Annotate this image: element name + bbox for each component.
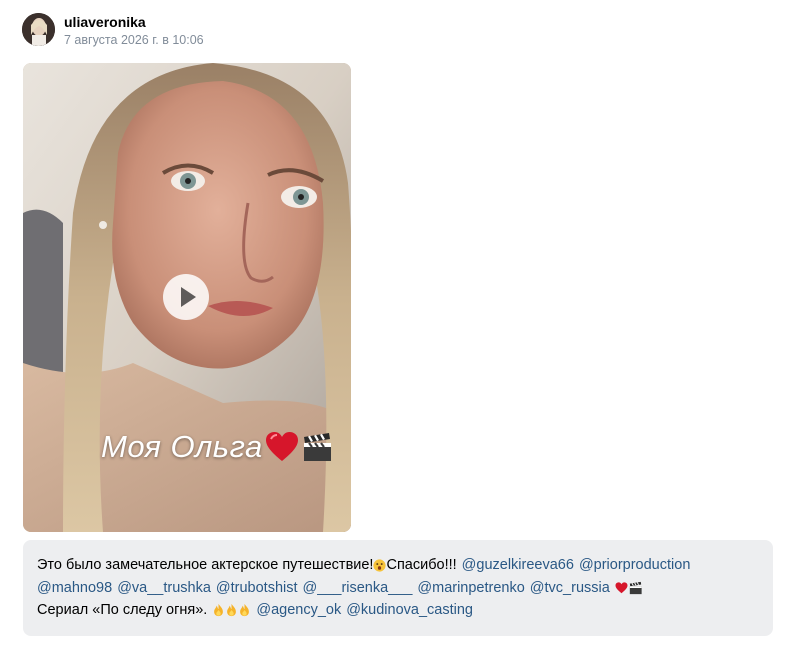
heart-icon	[265, 432, 298, 461]
video-thumbnail[interactable]: Моя Ольга	[23, 63, 351, 532]
mention-link[interactable]: @mahno98	[37, 577, 112, 600]
video-overlay-caption: Моя Ольга	[101, 429, 333, 465]
post-meta: uliaveronika 7 августа 2026 г. в 10:06	[64, 13, 204, 48]
avatar[interactable]	[22, 13, 55, 46]
timestamp[interactable]: 7 августа 2026 г. в 10:06	[64, 32, 204, 48]
mention-link[interactable]: @___risenka___	[303, 577, 413, 600]
astonished-face-icon	[373, 559, 387, 572]
mention-link[interactable]: @tvc_russia	[530, 577, 610, 600]
post-header: uliaveronika 7 августа 2026 г. в 10:06	[22, 13, 204, 48]
play-button[interactable]	[163, 274, 209, 320]
fire-icon	[214, 604, 224, 617]
caption-line-1: Это было замечательное актерское путешес…	[37, 554, 759, 577]
clapper-board-icon	[303, 433, 331, 461]
play-icon	[181, 287, 196, 307]
overlay-text: Моя Ольга	[101, 429, 263, 464]
mention-link[interactable]: @agency_ok	[256, 599, 341, 622]
caption-text: Спасибо!!!	[386, 557, 457, 573]
post: uliaveronika 7 августа 2026 г. в 10:06 М…	[0, 0, 787, 652]
username[interactable]: uliaveronika	[64, 14, 204, 31]
caption-line-2: @mahno98 @va__trushka @trubotshist @___r…	[37, 577, 759, 600]
post-caption: Это было замечательное актерское путешес…	[23, 540, 773, 636]
caption-text: Это было замечательное актерское путешес…	[37, 557, 374, 573]
mention-link[interactable]: @trubotshist	[216, 577, 298, 600]
fire-icon	[227, 604, 237, 617]
mention-link[interactable]: @kudinova_casting	[346, 599, 473, 622]
mention-link[interactable]: @va__trushka	[117, 577, 211, 600]
clapper-board-icon	[629, 581, 642, 594]
fire-icon	[240, 604, 250, 617]
mention-link[interactable]: @guzelkireeva66	[462, 554, 574, 577]
mention-link[interactable]: @priorproduction	[579, 554, 690, 577]
caption-line-3: Сериал «По следу огня». @agency_ok @kudi…	[37, 599, 759, 622]
caption-text: Сериал «По следу огня».	[37, 602, 208, 618]
heart-icon	[615, 582, 628, 593]
mention-link[interactable]: @marinpetrenko	[417, 577, 524, 600]
